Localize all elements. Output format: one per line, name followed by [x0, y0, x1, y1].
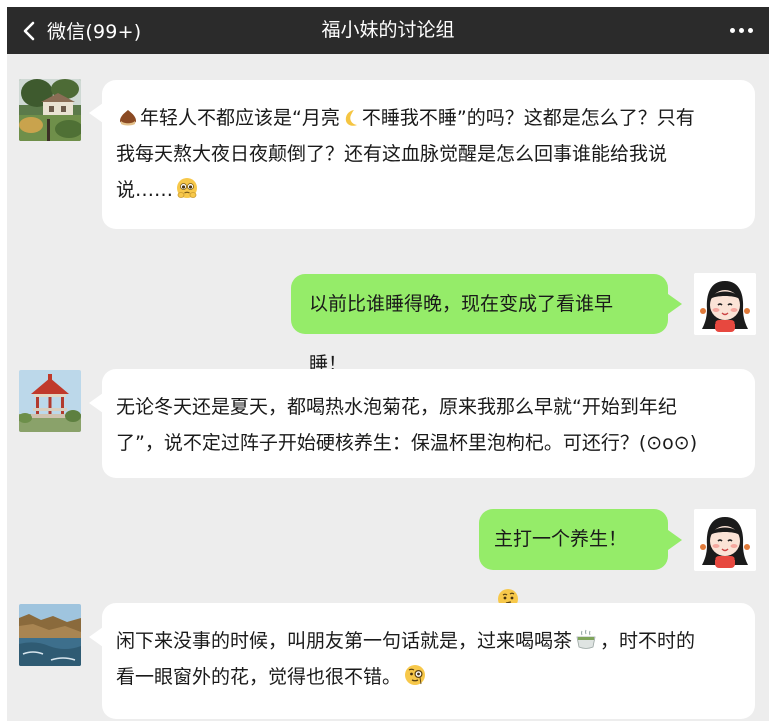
message-text: 说……	[116, 179, 174, 201]
message-text: 我每天熬大夜日夜颠倒了？还有这血脉觉醒是怎么回事谁能给我说	[116, 143, 668, 165]
bubble-tail	[89, 393, 103, 413]
chestnut-emoji-icon	[120, 110, 136, 126]
chat-window: 微信(99+) 福小妹的讨论组 年轻人不都应该是“月亮 不睡我不睡”的吗？这都是…	[7, 7, 769, 721]
more-dot-icon	[739, 28, 744, 33]
back-button[interactable]: 微信(99+)	[23, 7, 141, 54]
tea-cup-emoji-icon	[576, 629, 596, 649]
message-text: 闲下来没事的时候，叫朋友第一句话就是，过来喝喝茶	[116, 630, 573, 652]
bubble-tail	[89, 627, 103, 647]
message-text: 年轻人不都应该是“月亮	[140, 107, 340, 129]
chevron-left-icon	[23, 21, 35, 40]
back-label: 微信(99+)	[47, 21, 142, 43]
message-text: 看一眼窗外的花，觉得也很不错。	[116, 666, 402, 688]
avatar-cartoon-girl[interactable]	[694, 509, 756, 571]
avatar-cartoon-girl[interactable]	[694, 273, 756, 335]
message-text: 不睡我不睡”的吗？这都是怎么了？只有	[361, 107, 695, 129]
bubble-tail	[89, 103, 103, 123]
message-bubble[interactable]: 以前比谁睡得晚，现在变成了看谁早睡！	[291, 274, 668, 375]
message-text: 以前比谁睡得晚，现在变成了看谁早睡！	[309, 293, 614, 375]
more-dot-icon	[748, 28, 753, 33]
message-bubble[interactable]: 年轻人不都应该是“月亮 不睡我不睡”的吗？这都是怎么了？只有 我每天熬大夜日夜颠…	[102, 80, 755, 229]
message-text: ，时不时的	[600, 630, 696, 652]
more-dot-icon	[730, 28, 735, 33]
pleading-face-emoji-icon	[177, 178, 198, 198]
moon-emoji-icon	[345, 110, 357, 126]
message-text: 无论冬天还是夏天，都喝热水泡菊花，原来我那么早就“开始到年纪	[116, 396, 677, 418]
avatar-red-pavilion[interactable]	[19, 370, 81, 432]
avatar-garden-house[interactable]	[19, 79, 81, 141]
message-bubble[interactable]: 闲下来没事的时候，叫朋友第一句话就是，过来喝喝茶 ，时不时的 看一眼窗外的花，觉…	[102, 603, 755, 719]
message-bubble[interactable]: 无论冬天还是夏天，都喝热水泡菊花，原来我那么早就“开始到年纪 了”，说不定过阵子…	[102, 369, 755, 478]
monocle-face-emoji-icon	[405, 665, 426, 685]
title-bar: 微信(99+) 福小妹的讨论组	[7, 7, 769, 54]
bubble-tail	[668, 294, 682, 314]
message-text: 了”，说不定过阵子开始硬核养生：保温杯里泡枸杞。可还行？(⊙o⊙)	[116, 432, 698, 454]
message-bubble[interactable]: 主打一个养生！	[479, 509, 668, 610]
avatar-seaside-cliff[interactable]	[19, 604, 81, 666]
message-text: 主打一个养生！	[494, 528, 628, 550]
bubble-tail	[668, 530, 682, 550]
more-options-button[interactable]	[730, 7, 753, 54]
